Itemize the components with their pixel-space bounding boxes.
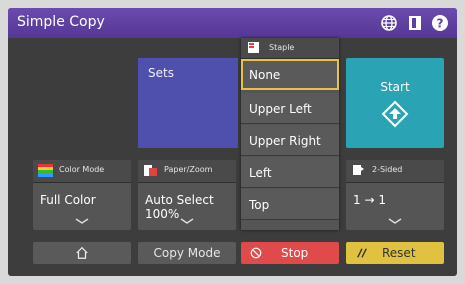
two-sided-icon	[353, 165, 364, 175]
color-mode-header: Color Mode	[33, 160, 131, 183]
stop-button[interactable]: Stop	[241, 242, 339, 264]
copier-screen: Simple Copy ? Sets Start Color Mode Full…	[8, 8, 457, 276]
staple-option-upper-left[interactable]: Upper Left	[241, 93, 339, 124]
staple-option-label: Upper Left	[249, 102, 312, 116]
staple-label: Staple	[269, 43, 295, 52]
color-mode-value: Full Color	[40, 193, 96, 207]
home-button[interactable]	[33, 242, 131, 264]
staple-option-none[interactable]: None	[241, 59, 339, 90]
staple-option-label: None	[249, 68, 281, 82]
book-icon[interactable]	[406, 14, 424, 32]
paper-zoom-icon	[144, 165, 157, 176]
staple-option-label: Left	[249, 166, 272, 180]
color-mode-label: Color Mode	[59, 165, 105, 174]
paper-zoom-value: Auto Select	[145, 193, 214, 207]
two-sided-value: 1 → 1	[353, 193, 386, 207]
paper-zoom-button[interactable]: Paper/Zoom Auto Select 100%	[138, 160, 236, 230]
reset-icon	[357, 248, 367, 258]
staple-option-label: Top	[249, 198, 270, 212]
color-mode-button[interactable]: Color Mode Full Color	[33, 160, 131, 230]
staple-option-left[interactable]: Left	[241, 157, 339, 188]
stop-icon	[250, 247, 262, 259]
reset-button[interactable]: Reset	[346, 242, 444, 264]
home-icon	[76, 246, 88, 259]
paper-zoom-header: Paper/Zoom	[138, 160, 236, 183]
staple-option-top[interactable]: Top	[241, 189, 339, 220]
chevron-down-icon	[75, 218, 89, 224]
sets-button[interactable]: Sets	[138, 58, 238, 148]
chevron-down-icon	[180, 218, 194, 224]
copy-mode-button[interactable]: Copy Mode	[138, 242, 236, 264]
two-sided-button[interactable]: 2-Sided 1 → 1	[346, 160, 444, 230]
staple-option-label: Upper Right	[249, 134, 321, 148]
help-icon[interactable]: ?	[431, 14, 449, 32]
chevron-down-icon	[388, 218, 402, 224]
app-title: Simple Copy	[17, 14, 105, 30]
two-sided-label: 2-Sided	[372, 165, 403, 174]
start-label: Start	[380, 80, 410, 94]
two-sided-header: 2-Sided	[346, 160, 444, 183]
svg-text:?: ?	[437, 17, 444, 31]
staple-option-upper-right[interactable]: Upper Right	[241, 125, 339, 156]
stop-label: Stop	[281, 246, 309, 260]
reset-label: Reset	[382, 246, 416, 260]
globe-icon[interactable]	[380, 14, 398, 32]
start-button[interactable]: Start	[346, 58, 444, 148]
zoom-value: 100%	[145, 207, 180, 221]
staple-header[interactable]: Staple	[241, 38, 339, 59]
start-diamond-icon	[381, 100, 409, 128]
color-mode-icon	[38, 164, 53, 177]
sets-label: Sets	[148, 66, 174, 80]
paper-zoom-label: Paper/Zoom	[164, 165, 213, 174]
staple-icon	[248, 42, 259, 53]
title-bar: Simple Copy ?	[8, 8, 457, 38]
staple-dropdown: Staple None Upper Left Upper Right Left …	[241, 38, 339, 230]
